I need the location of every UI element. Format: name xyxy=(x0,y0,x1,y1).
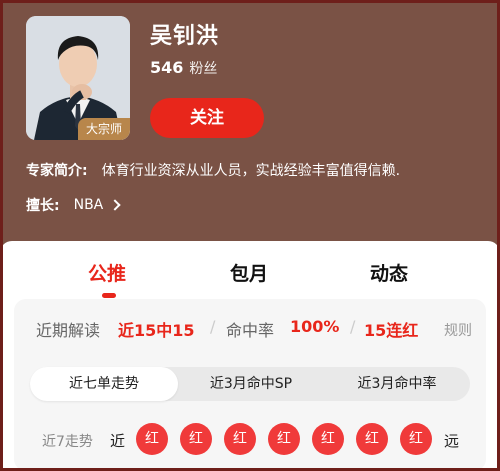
tab-bar: 公推 包月 动态 xyxy=(0,241,500,299)
segment-three-month-rate[interactable]: 近3月命中率 xyxy=(324,367,470,401)
hit-rate-label: 命中率 xyxy=(226,321,275,340)
stats-row: 近期解读 近15中15 / 命中率 100% / 15连红 规则 xyxy=(14,317,486,347)
trend-result-dot: 红 xyxy=(356,423,388,455)
tab-gongtui[interactable]: 公推 xyxy=(88,259,126,286)
rules-link[interactable]: 规则 xyxy=(444,320,472,340)
trend-result-dot: 红 xyxy=(400,423,432,455)
trend-segmented-control: 近七单走势 近3月命中SP 近3月命中率 xyxy=(30,367,470,401)
trend-end-label: 远 xyxy=(444,432,460,450)
stats-card: 近期解读 近15中15 / 命中率 100% / 15连红 规则 近七单走势 近… xyxy=(14,299,486,471)
expertise-row[interactable]: 擅长: NBA xyxy=(26,195,121,215)
fans-count: 546 粉丝 xyxy=(150,58,217,78)
divider: / xyxy=(350,317,356,336)
trend-result-dot: 红 xyxy=(136,423,168,455)
fans-number: 546 xyxy=(150,58,184,77)
streak-value: 15连红 xyxy=(364,321,419,340)
content-panel: 公推 包月 动态 近期解读 近15中15 / 命中率 100% / 15连红 规… xyxy=(0,241,500,471)
expert-intro: 专家简介: 体育行业资深从业人员，实战经验丰富值得信赖. xyxy=(26,160,400,180)
segment-three-month-sp[interactable]: 近3月命中SP xyxy=(178,367,324,401)
chevron-right-icon xyxy=(109,199,121,211)
follow-button[interactable]: 关注 xyxy=(150,98,264,138)
expertise-key: 擅长: xyxy=(26,198,60,214)
expert-badge: 大宗师 xyxy=(78,118,130,140)
trend-result-dot: 红 xyxy=(224,423,256,455)
recent-value: 近15中15 xyxy=(118,321,195,340)
intro-text: 体育行业资深从业人员，实战经验丰富值得信赖. xyxy=(101,163,401,179)
trend-start-label: 近 xyxy=(110,432,126,450)
tab-baoyue[interactable]: 包月 xyxy=(230,259,268,286)
recent-label: 近期解读 xyxy=(36,321,101,340)
trend-result-dot: 红 xyxy=(312,423,344,455)
trend-row: 近7走势 近 红 红 红 红 红 红 红 远 xyxy=(14,423,486,457)
trend-label: 近7走势 xyxy=(42,434,93,450)
tab-dongtai[interactable]: 动态 xyxy=(370,259,408,286)
trend-result-dot: 红 xyxy=(268,423,300,455)
fans-label: 粉丝 xyxy=(189,61,218,77)
hit-rate-value: 100% xyxy=(290,317,340,336)
expert-name: 吴钊洪 xyxy=(150,24,220,49)
divider: / xyxy=(210,317,216,336)
segment-recent-seven[interactable]: 近七单走势 xyxy=(30,367,178,401)
expertise-value: NBA xyxy=(73,197,104,213)
trend-result-dot: 红 xyxy=(180,423,212,455)
tab-indicator xyxy=(102,293,116,298)
intro-key: 专家简介: xyxy=(26,163,88,179)
